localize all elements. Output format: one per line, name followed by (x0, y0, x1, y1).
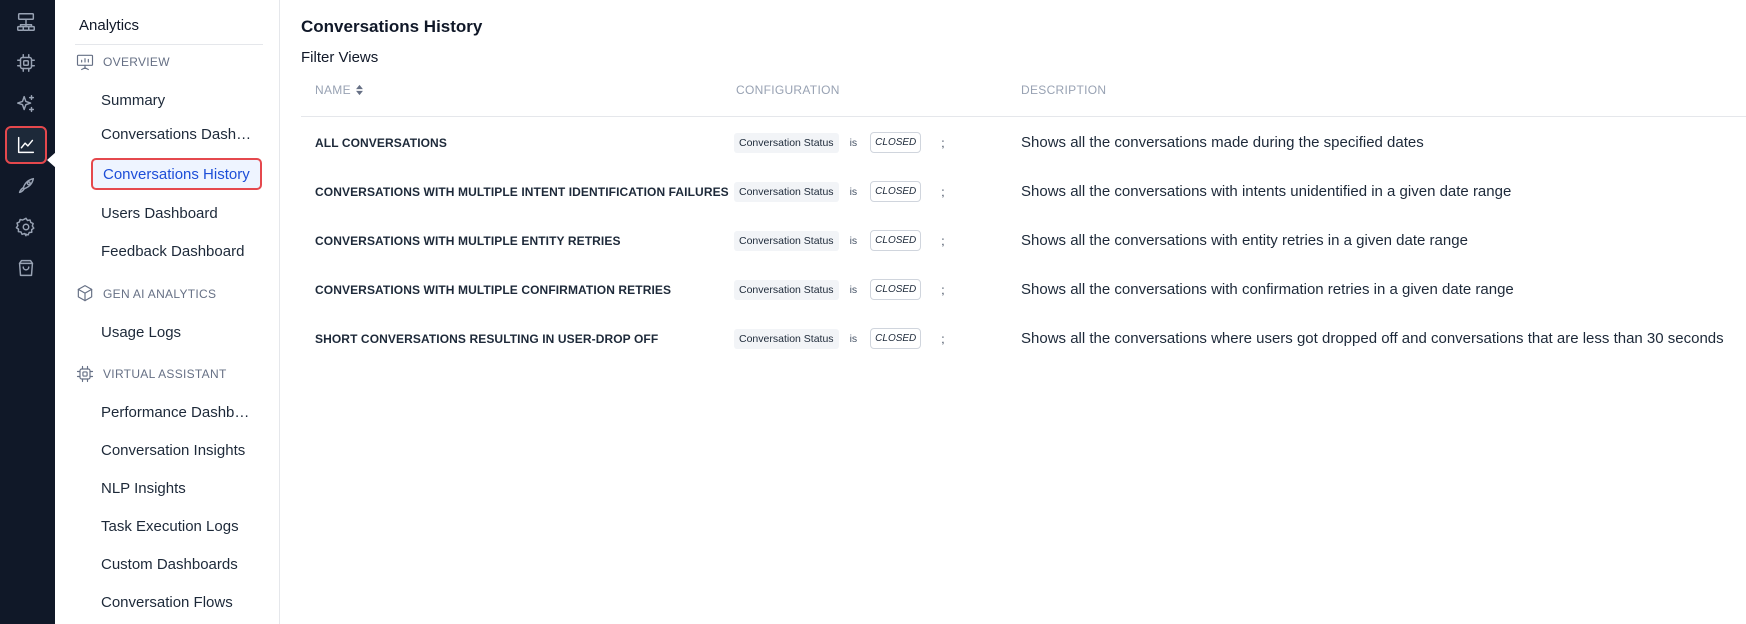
column-header-configuration: CONFIGURATION (736, 83, 840, 97)
sidebar-item-summary[interactable]: Summary (91, 84, 175, 116)
section-label: GEN AI ANALYTICS (103, 287, 217, 301)
filter-view-description: Shows all the conversations where users … (1021, 330, 1724, 347)
filter-view-description: Shows all the conversations with entity … (1021, 232, 1468, 249)
chip-icon (17, 54, 35, 72)
config-field-chip: Conversation Status (734, 230, 839, 251)
sidebar-title: Analytics (79, 17, 140, 34)
column-header-name[interactable]: NAME (315, 83, 364, 97)
config-field-chip: Conversation Status (734, 132, 839, 153)
config-field-chip: Conversation Status (734, 328, 839, 349)
rail-button-rocket[interactable] (5, 167, 47, 205)
sparkles-icon (17, 95, 35, 113)
gear-icon (15, 217, 35, 237)
filter-view-description: Shows all the conversations made during … (1021, 134, 1424, 151)
rail-button-analytics[interactable] (5, 126, 47, 164)
config-operator: is (849, 136, 858, 149)
filter-view-name[interactable]: CONVERSATIONS WITH MULTIPLE CONFIRMATION… (315, 283, 671, 297)
filter-view-description: Shows all the conversations with confirm… (1021, 281, 1514, 298)
table-header-divider (301, 116, 1746, 117)
filter-views-heading: Filter Views (301, 49, 379, 66)
filter-view-name[interactable]: CONVERSATIONS WITH MULTIPLE INTENT IDENT… (315, 185, 729, 199)
section-label: VIRTUAL ASSISTANT (103, 367, 227, 381)
section-label: OVERVIEW (103, 55, 170, 69)
shopping-bag-icon (18, 259, 34, 277)
table-row[interactable]: CONVERSATIONS WITH MULTIPLE CONFIRMATION… (281, 275, 1746, 324)
table-row[interactable]: CONVERSATIONS WITH MULTIPLE INTENT IDENT… (281, 177, 1746, 226)
config-value-chip: CLOSED (870, 230, 922, 251)
config-separator: ; (941, 282, 945, 297)
ai-cube-icon (77, 285, 93, 302)
sidebar-divider (75, 44, 263, 45)
config-value-chip: CLOSED (870, 279, 922, 300)
sort-icon[interactable] (355, 84, 364, 96)
page-title: Conversations History (301, 17, 483, 36)
config-separator: ; (941, 184, 945, 199)
sidebar-item-users-dashboard[interactable]: Users Dashboard (91, 197, 228, 229)
main-content: Conversations History Filter Views NAME … (281, 0, 1746, 624)
sidebar-item-performance-dashboard[interactable]: Performance Dashboard (91, 396, 263, 428)
filter-view-name[interactable]: SHORT CONVERSATIONS RESULTING IN USER-DR… (315, 332, 658, 346)
section-virtual-assistant: VIRTUAL ASSISTANT (75, 364, 227, 384)
config-field-chip: Conversation Status (734, 181, 839, 202)
icon-rail (0, 0, 55, 624)
filter-view-name[interactable]: ALL CONVERSATIONS (315, 136, 447, 150)
config-separator: ; (941, 331, 945, 346)
config-operator: is (849, 332, 858, 345)
config-operator: is (849, 185, 858, 198)
table-row[interactable]: CONVERSATIONS WITH MULTIPLE ENTITY RETRI… (281, 226, 1746, 275)
filter-configuration: Conversation Status is CLOSED; (734, 230, 945, 251)
config-operator: is (849, 234, 858, 247)
sidebar-item-custom-dashboards[interactable]: Custom Dashboards (91, 548, 248, 580)
config-value-chip: CLOSED (870, 132, 922, 153)
rail-button-store[interactable] (5, 249, 47, 287)
sidebar-item-conversation-flows[interactable]: Conversation Flows (91, 586, 243, 618)
filter-configuration: Conversation Status is CLOSED; (734, 328, 945, 349)
rocket-icon (18, 177, 35, 194)
filter-configuration: Conversation Status is CLOSED; (734, 132, 945, 153)
column-header-description: DESCRIPTION (1021, 83, 1107, 97)
sidebar-item-conversations-dashboard[interactable]: Conversations Dashboard (91, 118, 263, 150)
analytics-sidebar: Analytics OVERVIEW Summary Conversations… (55, 0, 280, 624)
rail-button-settings[interactable] (5, 208, 47, 246)
sidebar-item-usage-logs[interactable]: Usage Logs (91, 316, 191, 348)
config-value-chip: CLOSED (870, 181, 922, 202)
section-overview: OVERVIEW (75, 52, 170, 72)
sidebar-item-conversations-history[interactable]: Conversations History (91, 158, 262, 190)
filter-configuration: Conversation Status is CLOSED; (734, 279, 945, 300)
rail-button-sparkles[interactable] (5, 85, 47, 123)
sitemap-icon (17, 13, 35, 31)
rail-button-chip[interactable] (5, 44, 47, 82)
bot-chip-icon (76, 365, 94, 383)
section-gen-ai-analytics: GEN AI ANALYTICS (75, 284, 216, 304)
config-value-chip: CLOSED (870, 328, 922, 349)
config-operator: is (849, 283, 858, 296)
filter-view-name[interactable]: CONVERSATIONS WITH MULTIPLE ENTITY RETRI… (315, 234, 621, 248)
filter-configuration: Conversation Status is CLOSED; (734, 181, 945, 202)
chart-line-icon (17, 136, 35, 154)
filter-view-description: Shows all the conversations with intents… (1021, 183, 1512, 200)
config-field-chip: Conversation Status (734, 279, 839, 300)
table-row[interactable]: ALL CONVERSATIONS Conversation Status is CL… (281, 128, 1746, 177)
sidebar-item-conversation-insights[interactable]: Conversation Insights (91, 434, 255, 466)
rail-button-sitemap[interactable] (5, 3, 47, 41)
table-row[interactable]: SHORT CONVERSATIONS RESULTING IN USER-DR… (281, 324, 1746, 373)
presentation-icon (76, 54, 94, 71)
config-separator: ; (941, 233, 945, 248)
sidebar-item-feedback-dashboard[interactable]: Feedback Dashboard (91, 235, 254, 267)
sidebar-item-nlp-insights[interactable]: NLP Insights (91, 472, 196, 504)
config-separator: ; (941, 135, 945, 150)
sidebar-item-task-execution-logs[interactable]: Task Execution Logs (91, 510, 249, 542)
